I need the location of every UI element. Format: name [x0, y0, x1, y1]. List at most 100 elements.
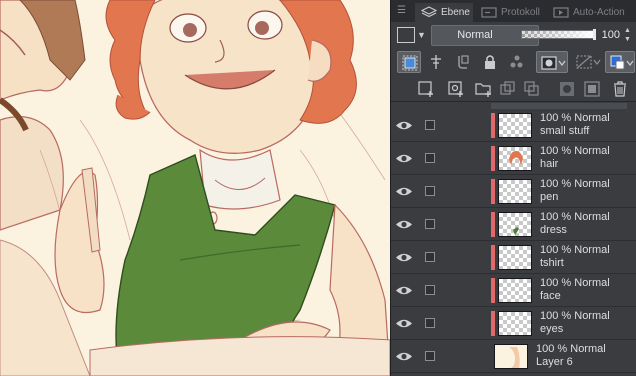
layer-row[interactable]: 100 % Normal tshirt [391, 241, 636, 274]
delete-layer-button[interactable] [609, 79, 631, 99]
layer-lock-checkbox[interactable] [425, 120, 435, 130]
layer-color-bar [491, 278, 495, 303]
layer-lock-checkbox[interactable] [425, 252, 435, 262]
layer-thumbnail [498, 212, 532, 237]
select-layer-button[interactable] [397, 51, 421, 73]
layer-info: 100 % Normal face [540, 277, 610, 303]
mask-disable-button[interactable] [572, 51, 602, 73]
layer-thumbnail [498, 179, 532, 204]
tab-auto-action[interactable]: Auto-Action [547, 3, 636, 22]
layer-name: pen [540, 191, 559, 203]
mask-enable-icon [541, 56, 566, 70]
eye-icon[interactable] [395, 317, 413, 330]
layer-name: tshirt [540, 257, 564, 269]
layer-name: dress [540, 224, 567, 236]
layer-row[interactable]: 100 % Normal small stuff [391, 109, 636, 142]
tab-auto-action-label: Auto-Action [573, 7, 625, 18]
layer-color-swatch[interactable] [397, 27, 415, 43]
layer-info: 100 % Normal small stuff [540, 112, 610, 138]
opacity-slider-handle[interactable] [593, 29, 596, 40]
eye-icon[interactable] [395, 218, 413, 231]
layer-panel: ☰ Ebene Protokoll Auto-Action ▼ Normal 1… [390, 0, 636, 376]
layer-row[interactable]: 100 % Normal eyes [391, 307, 636, 340]
layer-lock-checkbox[interactable] [425, 351, 435, 361]
merge-down-button[interactable] [521, 79, 543, 99]
layer-color-button[interactable] [605, 51, 635, 73]
layer-mode: 100 % Normal [540, 310, 610, 322]
opacity-value[interactable]: 100 [598, 27, 620, 43]
tab-layers[interactable]: Ebene [415, 3, 473, 22]
layer-lock-checkbox[interactable] [425, 153, 435, 163]
select-layer-icon [402, 55, 418, 71]
drawing-canvas[interactable] [0, 0, 390, 376]
new-folder-button[interactable] [473, 79, 495, 99]
eye-icon[interactable] [395, 350, 413, 363]
layer-lock-checkbox[interactable] [425, 186, 435, 196]
tab-layers-label: Ebene [441, 7, 470, 18]
layer-name: hair [540, 158, 559, 170]
layer-thumbnail [498, 245, 532, 270]
panel-menu-icon[interactable]: ☰ [397, 4, 407, 18]
layer-tool-row [391, 48, 636, 76]
layer-name: Layer 6 [536, 356, 573, 368]
layer-color-bar [491, 311, 495, 336]
new-folder-icon [475, 83, 491, 97]
layer-thumbnail [494, 344, 528, 369]
layer-color-bar [491, 179, 495, 204]
eye-icon[interactable] [395, 119, 413, 132]
eye-icon[interactable] [395, 152, 413, 165]
lock-layer-button[interactable] [478, 51, 502, 73]
clipping-icon [458, 55, 469, 69]
tab-history-label: Protokoll [501, 7, 540, 18]
layer-row[interactable]: 100 % Normal face [391, 274, 636, 307]
layer-mode: 100 % Normal [540, 145, 610, 157]
layer-thumbnail [498, 278, 532, 303]
reference-layer-button[interactable] [505, 51, 529, 73]
new-vector-layer-button[interactable] [445, 79, 467, 99]
layer-info: 100 % Normal Layer 6 [536, 343, 606, 369]
layer-info: 100 % Normal tshirt [540, 244, 610, 270]
add-mask-button[interactable] [556, 79, 578, 99]
layer-lock-checkbox[interactable] [425, 219, 435, 229]
copy-layer-button[interactable] [497, 79, 519, 99]
layer-action-row [391, 76, 636, 102]
layer-mode: 100 % Normal [540, 244, 610, 256]
opacity-slider[interactable] [521, 29, 596, 40]
layer-thumbnail [498, 311, 532, 336]
chevron-down-icon[interactable]: ▼ [417, 27, 429, 43]
layer-name: eyes [540, 323, 564, 335]
layer-lock-checkbox[interactable] [425, 318, 435, 328]
layer-thumbnail [498, 146, 532, 171]
history-icon [481, 7, 497, 18]
layer-row[interactable]: 100 % Normal pen [391, 175, 636, 208]
layer-info: 100 % Normal dress [540, 211, 610, 237]
layer-row[interactable]: 100 % Normal hair [391, 142, 636, 175]
layer-gesture-button[interactable] [424, 51, 448, 73]
opacity-slider-fill [522, 31, 594, 38]
layer-row[interactable]: 100 % Normal Layer 6 [391, 340, 636, 373]
lock-icon [485, 55, 495, 69]
layer-mode: 100 % Normal [540, 211, 610, 223]
add-mask-icon [560, 82, 574, 96]
opacity-stepper[interactable]: ▲ ▼ [622, 26, 633, 44]
layer-list: 100 % Normal small stuff 100 % Normal hair 1… [391, 103, 636, 376]
apply-mask-button[interactable] [581, 79, 603, 99]
tab-history[interactable]: Protokoll [475, 3, 545, 22]
layer-info: 100 % Normal pen [540, 178, 610, 204]
layer-color-bar [491, 113, 495, 138]
layer-gesture-icon [431, 55, 441, 69]
layer-color-bar [491, 146, 495, 171]
layer-name: face [540, 290, 561, 302]
layer-thumbnail [498, 113, 532, 138]
layer-row[interactable]: 100 % Normal dress [391, 208, 636, 241]
new-raster-layer-icon [418, 81, 433, 97]
mask-disable-icon [576, 55, 601, 69]
layers-icon [421, 6, 437, 18]
eye-icon[interactable] [395, 251, 413, 264]
clipping-button[interactable] [451, 51, 475, 73]
layer-lock-checkbox[interactable] [425, 285, 435, 295]
mask-enable-button[interactable] [536, 51, 568, 73]
new-raster-layer-button[interactable] [415, 79, 437, 99]
eye-icon[interactable] [395, 284, 413, 297]
eye-icon[interactable] [395, 185, 413, 198]
